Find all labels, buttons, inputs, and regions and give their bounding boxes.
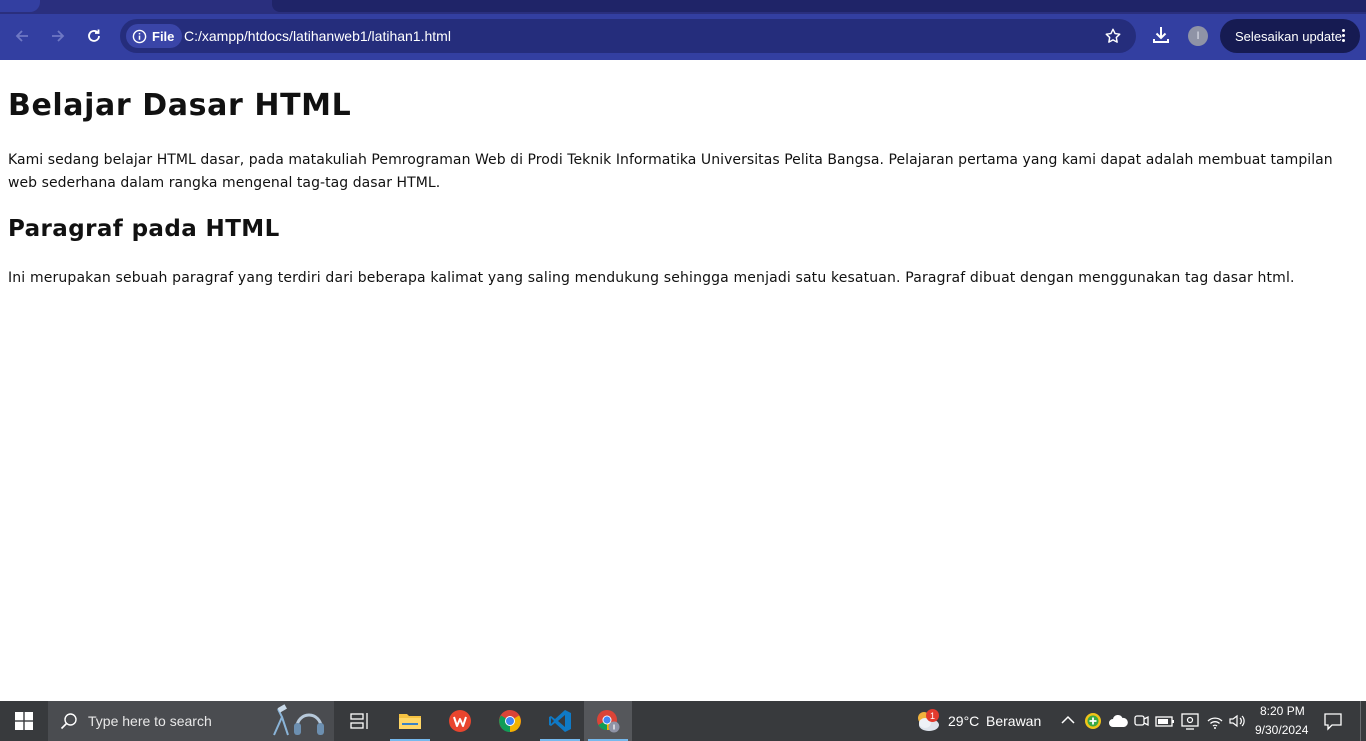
url-text[interactable]: C:/xampp/htdocs/latihanweb1/latihan1.htm… bbox=[184, 28, 451, 44]
address-bar[interactable]: File C:/xampp/htdocs/latihanweb1/latihan… bbox=[120, 19, 1136, 53]
search-highlight-illustration-icon bbox=[273, 704, 324, 736]
reload-icon bbox=[88, 29, 100, 42]
onedrive-cloud-icon[interactable] bbox=[1108, 714, 1128, 728]
show-desktop-button[interactable] bbox=[1360, 701, 1366, 741]
menu-kebab-icon bbox=[1342, 29, 1346, 43]
search-placeholder: Type here to search bbox=[88, 713, 212, 729]
page-heading: Belajar Dasar HTML bbox=[8, 88, 352, 123]
wps-office-button[interactable] bbox=[436, 701, 484, 741]
section-heading: Paragraf pada HTML bbox=[8, 216, 280, 242]
web-page: Belajar Dasar HTML Kami sedang belajar H… bbox=[0, 60, 1366, 701]
arrow-right-icon bbox=[52, 30, 65, 42]
profile-initial: I bbox=[1196, 30, 1200, 42]
vscode-button[interactable] bbox=[536, 701, 584, 741]
chrome-profile-icon bbox=[597, 710, 620, 733]
intro-paragraph: Kami sedang belajar HTML dasar, pada mat… bbox=[8, 152, 1333, 191]
browser-toolbar: File C:/xampp/htdocs/latihanweb1/latihan… bbox=[0, 0, 1366, 60]
weather-badge: 1 bbox=[926, 709, 939, 722]
task-view-icon bbox=[350, 713, 368, 729]
chrome-button[interactable] bbox=[486, 701, 534, 741]
temperature[interactable]: 29°C bbox=[948, 713, 979, 729]
chrome-icon bbox=[499, 710, 521, 732]
battery-plug-icon[interactable] bbox=[1155, 712, 1175, 730]
update-button[interactable]: Selesaikan update bbox=[1220, 19, 1360, 53]
taskbar-search-box[interactable]: Type here to search bbox=[48, 701, 334, 741]
section-paragraph: Ini merupakan sebuah paragraf yang terdi… bbox=[8, 270, 1295, 286]
start-button[interactable] bbox=[0, 701, 48, 741]
info-icon bbox=[132, 29, 147, 43]
download-icon[interactable] bbox=[1150, 24, 1172, 46]
file-explorer-button[interactable] bbox=[386, 701, 434, 741]
chrome-profile-button[interactable] bbox=[584, 701, 632, 741]
search-icon bbox=[60, 713, 77, 730]
chevron-up-icon[interactable] bbox=[1061, 715, 1075, 725]
arrow-left-icon bbox=[15, 30, 28, 42]
bookmark-star-icon[interactable] bbox=[1104, 27, 1122, 45]
update-button-label: Selesaikan update bbox=[1235, 28, 1342, 44]
active-tab-edge[interactable] bbox=[0, 0, 40, 12]
clock-date[interactable]: 9/30/2024 bbox=[1255, 723, 1308, 737]
wifi-icon[interactable] bbox=[1206, 712, 1224, 730]
weather-condition[interactable]: Berawan bbox=[986, 713, 1041, 729]
task-view-button[interactable] bbox=[336, 701, 384, 741]
windows-logo-icon bbox=[15, 712, 33, 730]
volume-icon[interactable] bbox=[1228, 712, 1246, 730]
tab-strip bbox=[0, 0, 1366, 14]
wps-office-icon bbox=[449, 710, 471, 732]
back-button[interactable] bbox=[10, 24, 34, 48]
reload-button[interactable] bbox=[82, 24, 106, 48]
folder-icon bbox=[399, 714, 421, 729]
forward-button[interactable] bbox=[46, 24, 70, 48]
clock-time[interactable]: 8:20 PM bbox=[1260, 704, 1305, 718]
green-plus-tray-icon[interactable] bbox=[1084, 712, 1102, 730]
display-settings-icon[interactable] bbox=[1181, 712, 1199, 730]
vscode-icon bbox=[549, 710, 571, 732]
notification-center-icon[interactable] bbox=[1323, 711, 1343, 731]
site-chip-label: File bbox=[152, 28, 175, 44]
site-info-chip[interactable]: File bbox=[126, 24, 183, 48]
inactive-tab[interactable] bbox=[272, 0, 1366, 12]
windows-taskbar: Type here to search 1 29°C Berawan 8:20 … bbox=[0, 701, 1366, 741]
meet-now-icon[interactable] bbox=[1133, 712, 1149, 730]
profile-avatar[interactable]: I bbox=[1188, 26, 1208, 46]
